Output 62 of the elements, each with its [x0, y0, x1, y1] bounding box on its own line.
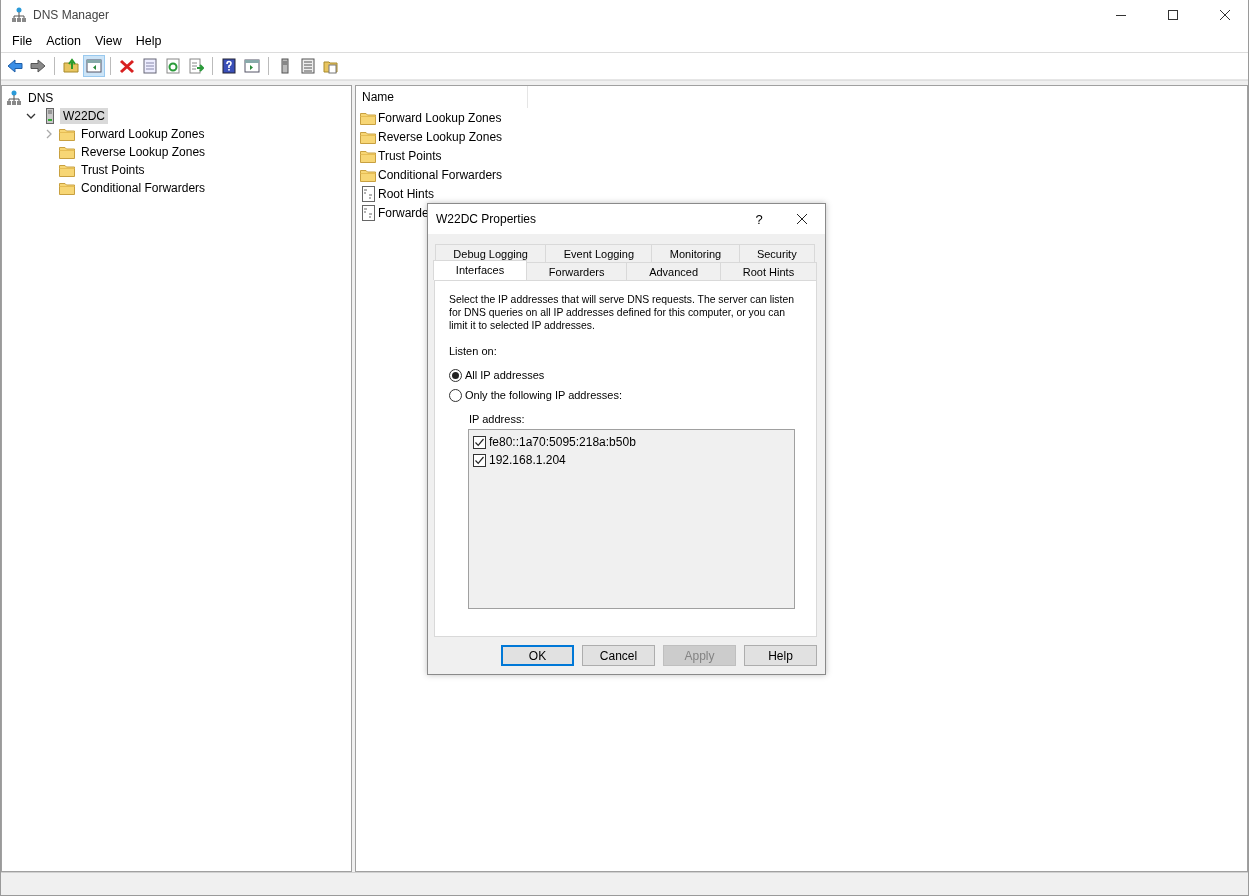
tab[interactable]: Interfaces — [433, 260, 527, 280]
description-text: Select the IP addresses that will serve DNS requests. The server can listen for DNS queries on all IP addresses defined for this computer, or you can limit it to selected IP addresses. — [449, 293, 795, 332]
radio-label[interactable]: All IP addresses — [465, 369, 545, 381]
folder-icon — [59, 144, 75, 160]
tree-item[interactable]: Conditional Forwarders — [78, 180, 209, 196]
address-item[interactable]: fe80::1a70:5095:218a:b50b — [489, 435, 636, 449]
checkbox[interactable] — [473, 435, 486, 449]
list-item[interactable]: Forward Lookup Zones — [378, 110, 502, 125]
list-item[interactable]: Reverse Lookup Zones — [378, 129, 503, 144]
menu-item[interactable]: Action — [39, 34, 88, 48]
field-label: IP address: — [469, 413, 526, 425]
export-list-icon — [188, 58, 204, 74]
tree-item[interactable]: Trust Points — [78, 162, 148, 178]
properties-icon — [142, 58, 158, 74]
tree-item[interactable]: Reverse Lookup Zones — [78, 144, 209, 160]
action-pane-icon — [244, 58, 260, 74]
folder-up-icon — [63, 58, 79, 74]
close-icon — [796, 213, 808, 225]
list-item[interactable]: Root Hints — [378, 186, 435, 201]
back-arrow-icon — [7, 58, 23, 74]
folder-icon — [59, 162, 75, 178]
radio-button[interactable] — [449, 388, 462, 402]
help-icon — [221, 58, 237, 74]
checkbox[interactable] — [473, 453, 486, 467]
tree-item[interactable]: DNS — [25, 90, 57, 106]
dialog-button[interactable]: Cancel — [582, 645, 655, 666]
menu-item[interactable]: Help — [128, 34, 169, 48]
network-icon — [6, 90, 22, 106]
list-item[interactable]: Forwarde — [378, 205, 429, 220]
radio-button[interactable] — [449, 368, 462, 382]
tab[interactable]: Security — [738, 244, 815, 262]
tab[interactable]: Root Hints — [719, 262, 817, 280]
tree-item[interactable]: W22DC — [60, 108, 108, 124]
tab[interactable]: Event Logging — [545, 244, 653, 262]
delete-icon — [119, 58, 135, 74]
list-icon — [300, 58, 316, 74]
folder-document-icon — [323, 58, 339, 74]
maximize-icon — [1167, 9, 1179, 21]
menu-item[interactable]: File — [5, 34, 40, 48]
dialog-button[interactable]: Help — [744, 645, 817, 666]
window-title: DNS Manager — [33, 8, 111, 22]
folder-icon — [59, 180, 75, 196]
dialog-title: W22DC Properties — [436, 212, 538, 226]
address-item[interactable]: 192.168.1.204 — [489, 453, 566, 467]
column-header[interactable]: Name — [356, 86, 528, 108]
forward-arrow-icon — [30, 58, 46, 74]
list-item[interactable]: Trust Points — [378, 148, 442, 163]
refresh-icon — [165, 58, 181, 74]
radio-label[interactable]: Only the following IP addresses: — [465, 389, 622, 401]
field-label: Listen on: — [449, 345, 498, 357]
tab[interactable]: Monitoring — [651, 244, 740, 262]
tree-pane-icon — [86, 58, 102, 74]
tree-item[interactable]: Forward Lookup Zones — [78, 126, 208, 142]
folder-icon — [59, 126, 75, 142]
document-icon — [360, 204, 376, 221]
help-button[interactable]: ? — [739, 211, 779, 227]
document-icon — [360, 185, 376, 202]
app-icon — [11, 7, 27, 23]
menu-item[interactable]: View — [87, 34, 129, 48]
close-icon — [1219, 9, 1231, 21]
dialog-button[interactable]: OK — [501, 645, 574, 666]
list-item[interactable]: Conditional Forwarders — [378, 167, 503, 182]
